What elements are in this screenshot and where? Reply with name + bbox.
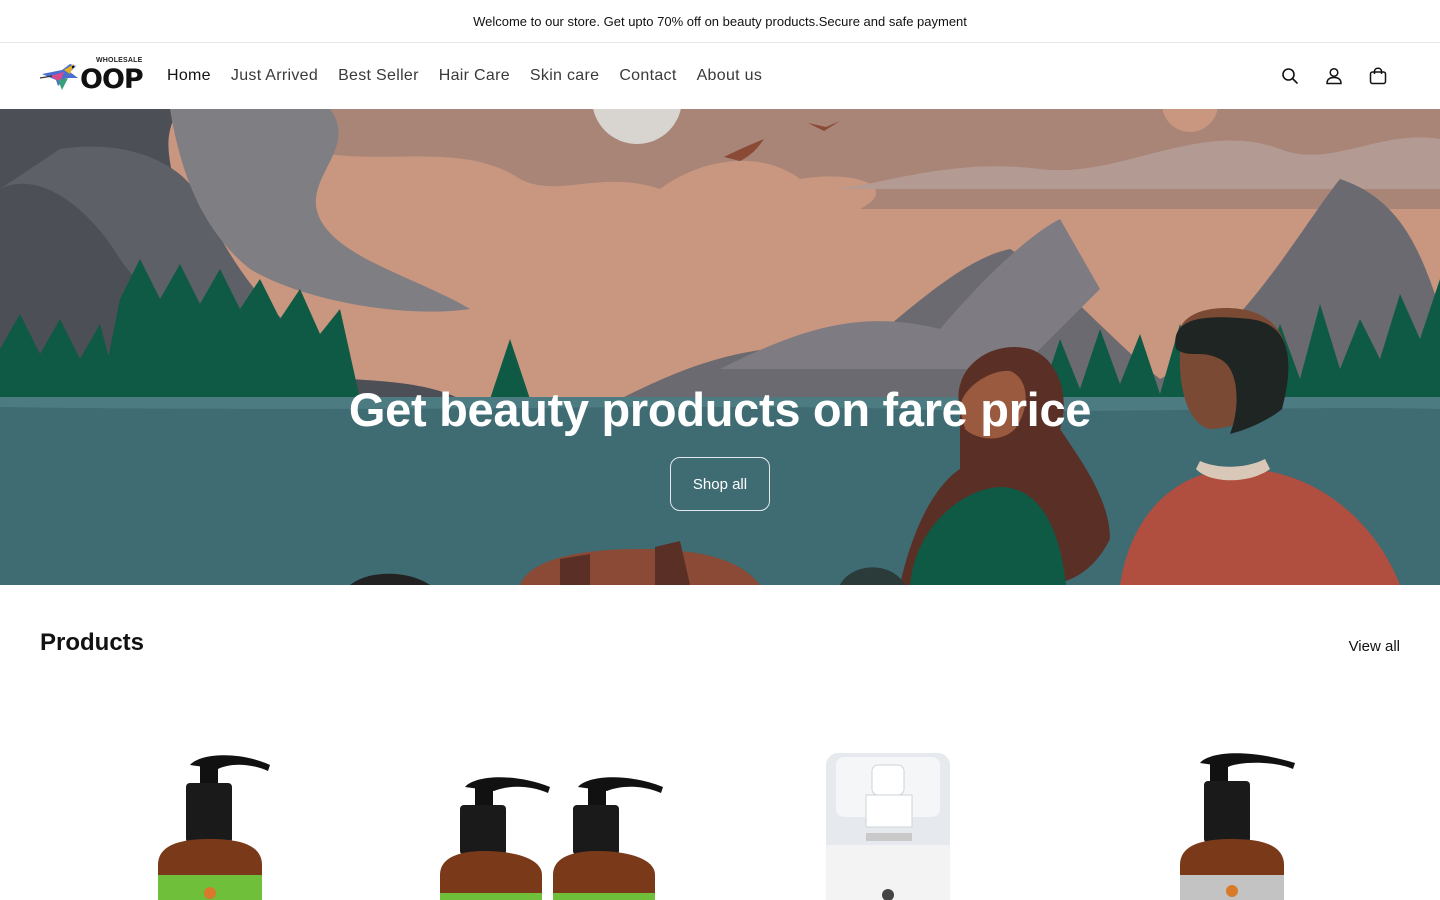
announcement-text: Welcome to our store. Get upto 70% off o…	[473, 13, 967, 29]
products-title: Products	[40, 629, 145, 656]
product-image	[1180, 753, 1295, 900]
cart-icon	[1369, 67, 1387, 85]
search-button[interactable]	[1268, 54, 1312, 98]
products-header: Products View all	[40, 629, 1400, 657]
nav-home[interactable]: Home	[167, 67, 211, 85]
main-nav: Home Just Arrived Best Seller Hair Care …	[167, 67, 782, 85]
product-card[interactable]	[1090, 735, 1420, 900]
product-image	[440, 777, 663, 900]
nav-just-arrived[interactable]: Just Arrived	[231, 67, 318, 85]
hero-title: Get beauty products on fare price	[348, 383, 1092, 436]
logo-subtext: WHOLESALE	[96, 57, 143, 64]
product-card[interactable]	[740, 735, 1070, 900]
view-all-link[interactable]: View all	[1349, 638, 1400, 655]
nav-skin-care[interactable]: Skin care	[530, 67, 599, 85]
product-image	[826, 753, 950, 900]
account-icon	[1326, 67, 1342, 85]
hero-banner: Get beauty products on fare price Shop a…	[0, 109, 1440, 585]
products-section: Products View all	[0, 585, 1440, 900]
hero-content: Get beauty products on fare price Shop a…	[0, 109, 1440, 585]
product-image	[158, 755, 270, 900]
nav-about-us[interactable]: About us	[697, 67, 763, 85]
header-icons	[1268, 54, 1400, 98]
store-logo[interactable]: WHOLESALE OOP	[40, 56, 147, 96]
product-card[interactable]	[40, 735, 370, 900]
shop-all-button[interactable]: Shop all	[670, 457, 770, 511]
logo-text: OOP	[80, 64, 144, 95]
site-header: WHOLESALE OOP Home Just Arrived Best Sel…	[0, 43, 1440, 109]
nav-hair-care[interactable]: Hair Care	[439, 67, 510, 85]
nav-contact[interactable]: Contact	[619, 67, 676, 85]
search-icon	[1282, 68, 1298, 84]
announcement-bar: Welcome to our store. Get upto 70% off o…	[0, 0, 1440, 43]
nav-best-seller[interactable]: Best Seller	[338, 67, 419, 85]
cart-button[interactable]	[1356, 54, 1400, 98]
product-card[interactable]	[390, 735, 720, 900]
account-button[interactable]	[1312, 54, 1356, 98]
